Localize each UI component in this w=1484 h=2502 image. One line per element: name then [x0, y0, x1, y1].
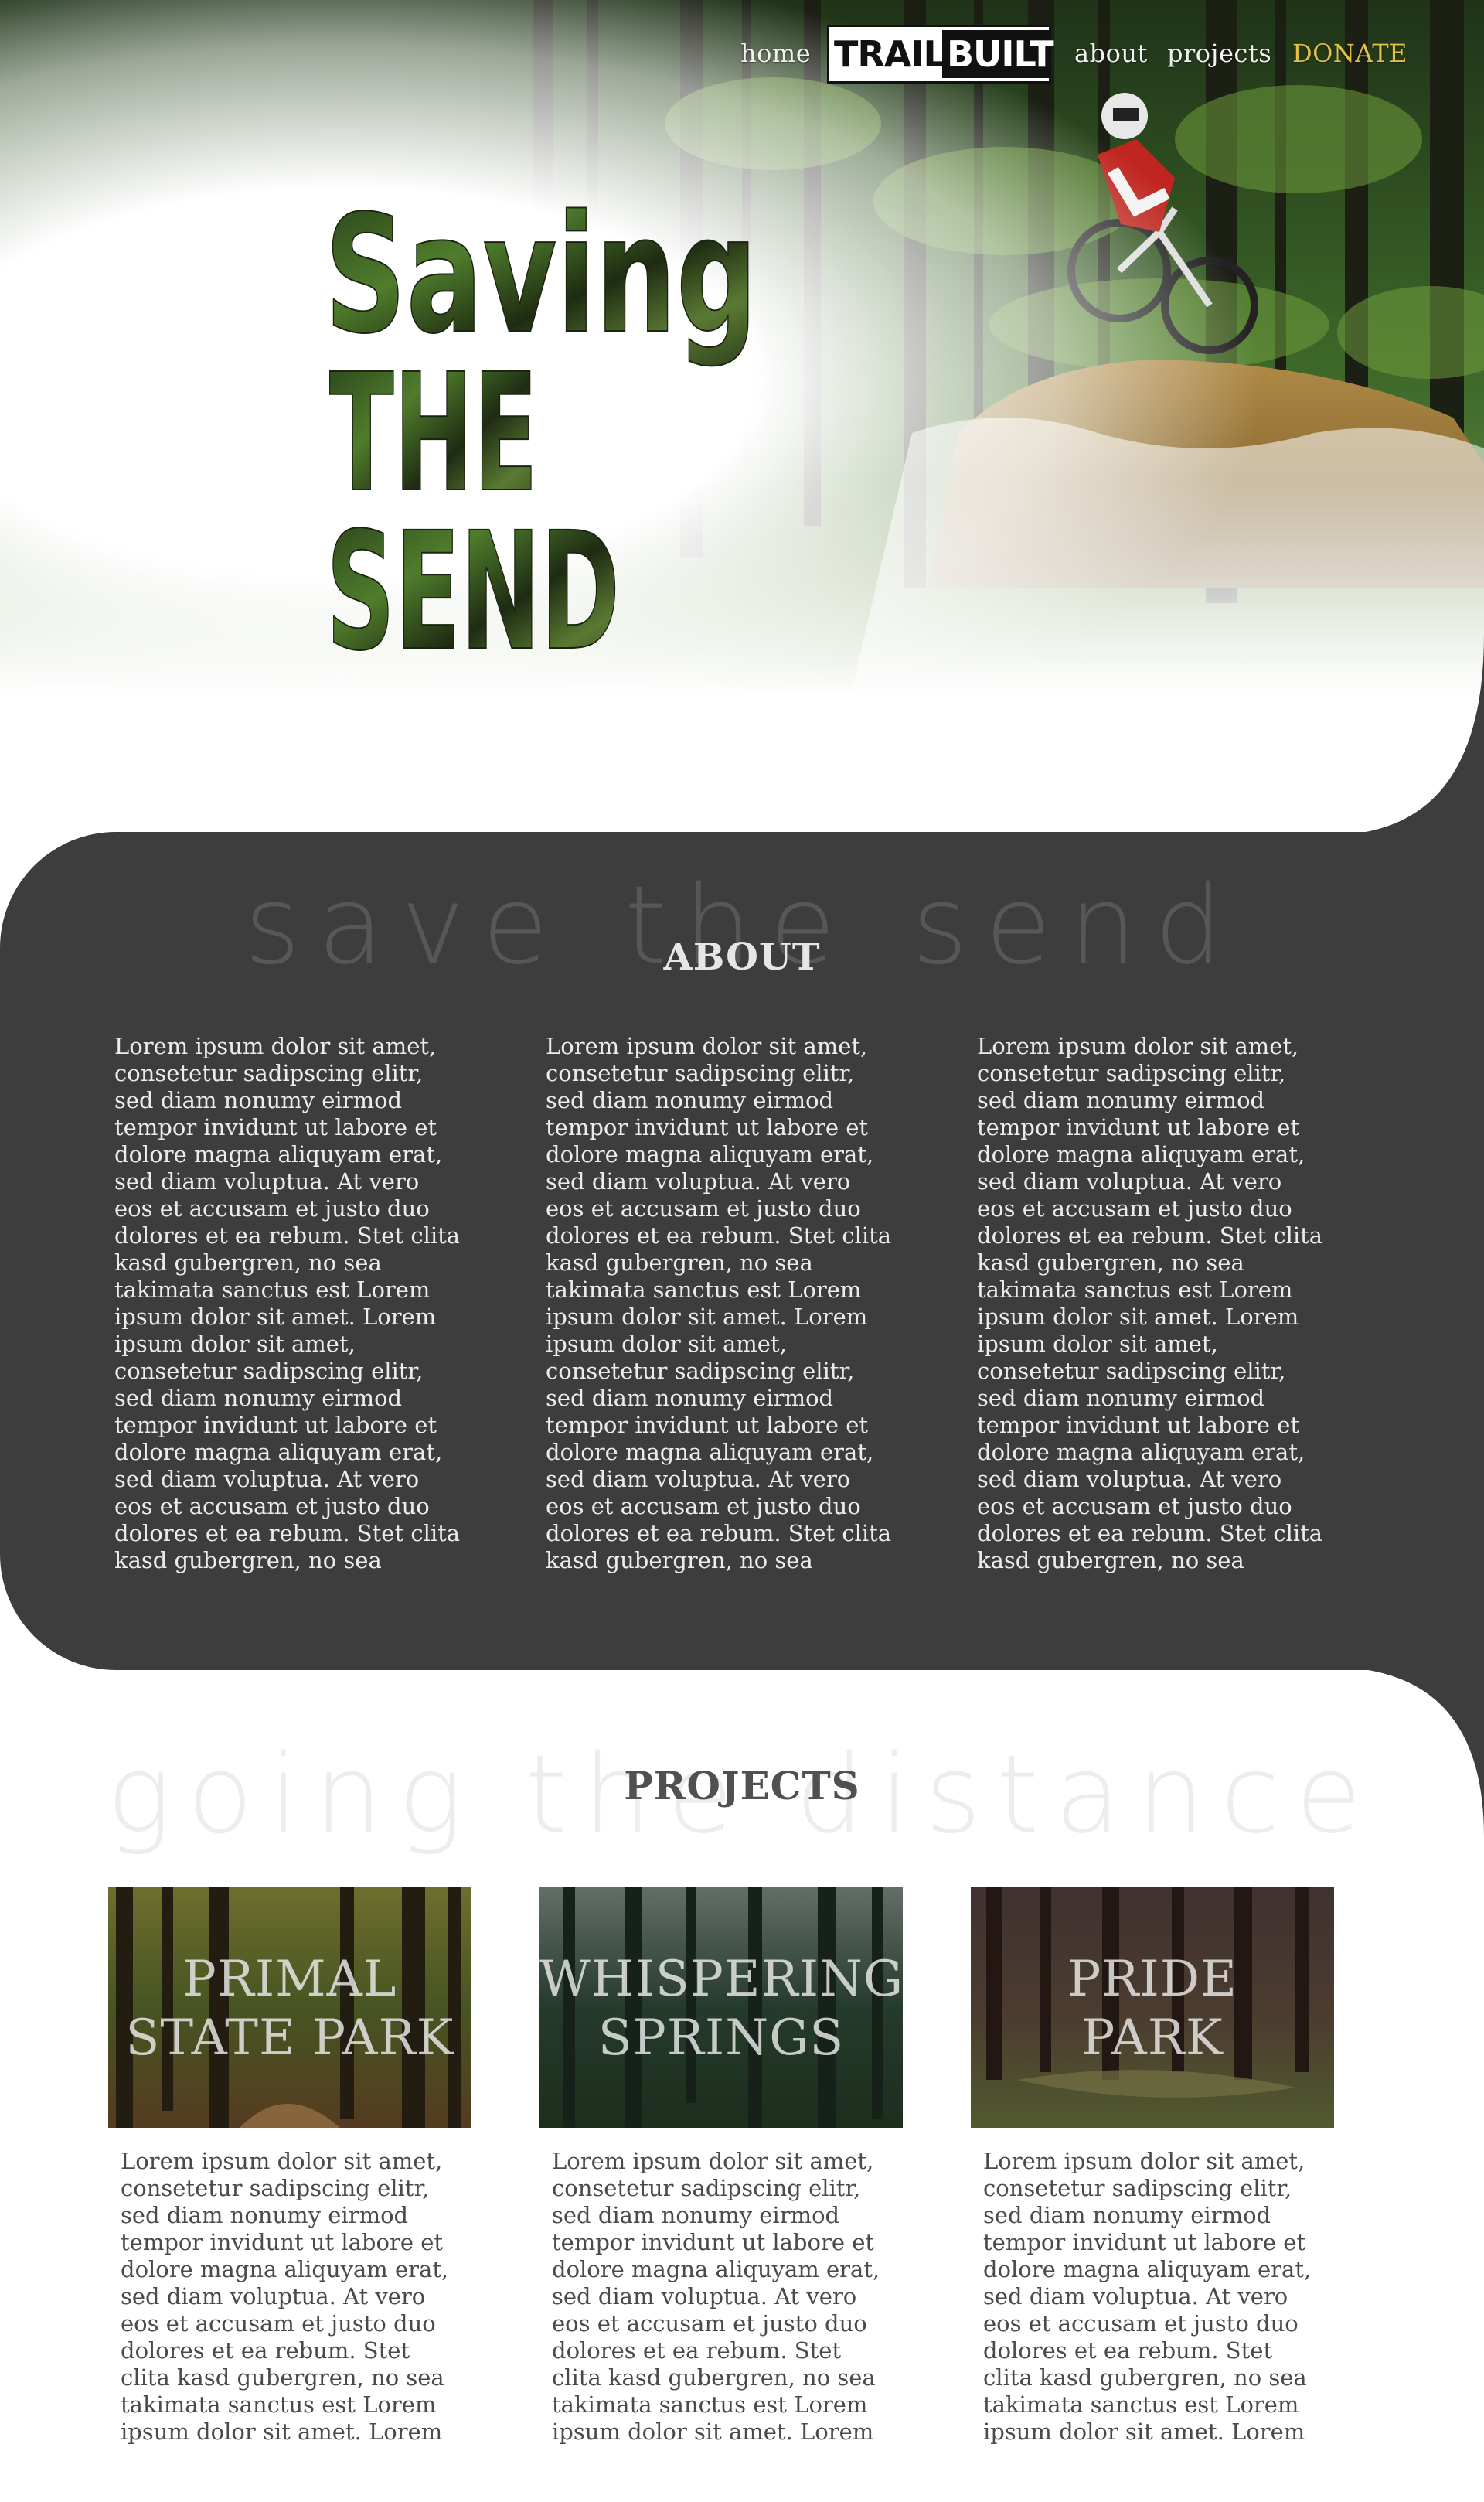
projects-heading: PROJECTS — [624, 1763, 860, 1808]
nav-home-link[interactable]: home — [740, 39, 811, 68]
about-heading: ABOUT — [663, 936, 821, 979]
nav-about-link[interactable]: about — [1074, 39, 1148, 68]
project-image-primal-state-park[interactable]: PRIMAL STATE PARK — [108, 1887, 471, 2128]
nav-projects-link[interactable]: projects — [1167, 39, 1271, 68]
project-card-pride-park: PRIDE PARK Lorem ipsum dolor sit amet, c… — [971, 1887, 1334, 2446]
project-image-whispering-springs[interactable]: WHISPERING SPRINGS — [539, 1887, 903, 2128]
about-column-2: Lorem ipsum dolor sit amet, consetetur s… — [546, 1033, 892, 1573]
hero-section: home TRAIL BUILT about projects DONATE S… — [0, 0, 1484, 696]
hero-title-line-3: SEND — [326, 497, 620, 671]
card-title-line-1: PRIDE — [1067, 1951, 1237, 2008]
card-title-whispering-springs: WHISPERING SPRINGS — [539, 1950, 903, 2067]
project-card-primal-state-park: PRIMAL STATE PARK Lorem ipsum dolor sit … — [108, 1887, 471, 2446]
about-column-3: Lorem ipsum dolor sit amet, consetetur s… — [977, 1033, 1323, 1573]
project-image-pride-park[interactable]: PRIDE PARK — [971, 1887, 1334, 2128]
card-description-primal-state-park: Lorem ipsum dolor sit amet, consetetur s… — [121, 2148, 449, 2445]
about-column-1: Lorem ipsum dolor sit amet, consetetur s… — [114, 1033, 461, 1573]
top-navigation: home TRAIL BUILT about projects DONATE — [727, 22, 1422, 84]
card-title-line-2: STATE PARK — [125, 2009, 454, 2067]
card-description-pride-park: Lorem ipsum dolor sit amet, consetetur s… — [983, 2148, 1312, 2445]
card-title-pride-park: PRIDE PARK — [971, 1950, 1334, 2067]
project-card-whispering-springs: WHISPERING SPRINGS Lorem ipsum dolor sit… — [539, 1887, 903, 2446]
about-section: save the send ABOUT Lorem ipsum dolor sit … — [0, 832, 1484, 1670]
card-description-whispering-springs: Lorem ipsum dolor sit amet, consetetur s… — [552, 2148, 880, 2445]
logo-built-text: BUILT — [947, 33, 1054, 75]
logo-built-block: BUILT — [942, 30, 1054, 78]
card-title-line-2: PARK — [1081, 2009, 1224, 2067]
hero-to-about-curve — [1329, 634, 1484, 835]
card-title-primal-state-park: PRIMAL STATE PARK — [108, 1950, 471, 2067]
logo-trail-text: TRAIL — [834, 33, 946, 75]
trailbuilt-logo[interactable]: TRAIL BUILT — [827, 25, 1054, 84]
hero-title: Saving THE SEND — [325, 179, 758, 671]
nav-donate-link[interactable]: DONATE — [1292, 39, 1407, 68]
card-title-line-1: WHISPERING — [539, 1951, 903, 2008]
card-title-line-1: PRIMAL — [182, 1951, 397, 2008]
card-title-line-2: SPRINGS — [597, 2009, 845, 2067]
